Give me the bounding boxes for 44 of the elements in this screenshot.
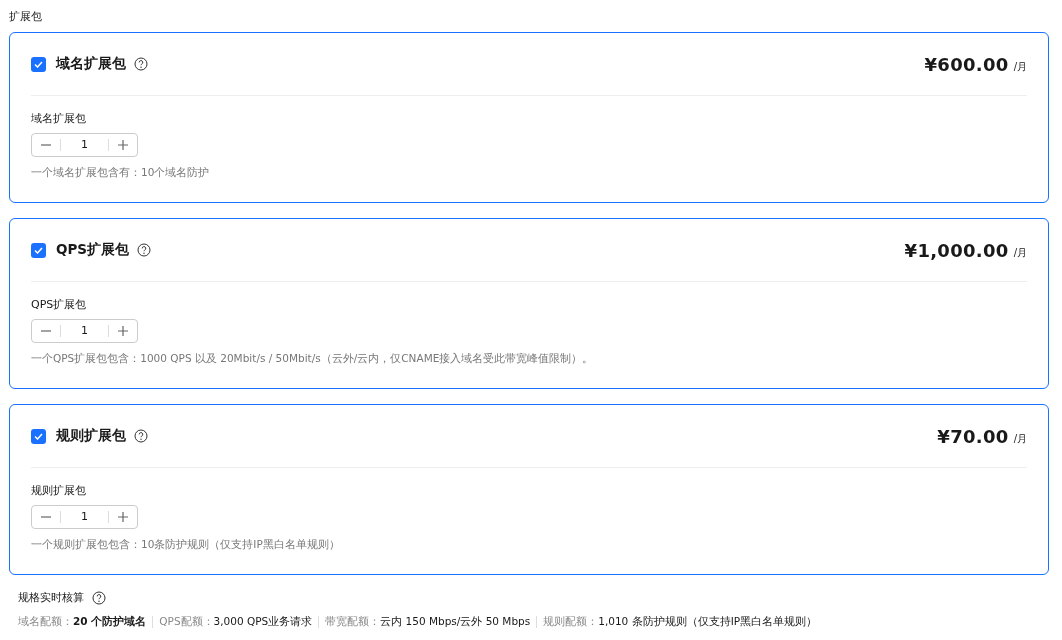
summary-title: 规格实时核算 (18, 590, 84, 605)
plus-icon (118, 326, 128, 336)
quantity-stepper[interactable]: 1 (31, 133, 138, 157)
quantity-stepper[interactable]: 1 (31, 505, 138, 529)
field-label: 规则扩展包 (31, 483, 87, 498)
price: ¥70.00 (937, 425, 1009, 447)
check-icon (34, 246, 43, 254)
quota-label: QPS配额： (159, 615, 214, 629)
quota-label: 域名配额： (18, 615, 73, 629)
quantity-value: 1 (60, 325, 109, 337)
quantity-stepper[interactable]: 1 (31, 319, 138, 343)
help-icon[interactable] (92, 590, 106, 605)
quota-label: 带宽配额： (325, 615, 381, 629)
package-description: 一个QPS扩展包包含：1000 QPS 以及 20Mbit/s / 50Mbit/s（云外/云内，仅CNAME接入域名受此带宽峰值限制）。 (31, 352, 595, 366)
check-icon (34, 432, 43, 440)
help-icon[interactable] (134, 57, 148, 71)
help-icon[interactable] (134, 429, 148, 443)
help-icon[interactable] (137, 243, 152, 257)
price-unit: /月 (1013, 245, 1027, 260)
plus-icon (118, 140, 128, 150)
package-description: 一个规则扩展包包含：10条防护规则（仅支持IP黑白名单规则） (31, 538, 341, 552)
price-unit: /月 (1013, 431, 1027, 446)
section-title: 扩展包 (9, 9, 43, 24)
check-icon (34, 60, 43, 68)
quantity-value: 1 (60, 511, 109, 523)
checkbox[interactable] (31, 56, 46, 72)
field-label: 域名扩展包 (31, 111, 87, 126)
checkbox[interactable] (31, 428, 46, 444)
quota-value: 1,010 条防护规则（仅支持IP黑白名单规则） (598, 615, 818, 629)
quantity-value: 1 (60, 139, 109, 151)
package-description: 一个域名扩展包含有：10个域名防护 (31, 166, 211, 180)
quota-value: 20 个防护域名 (73, 615, 147, 629)
price: ¥600.00 (924, 53, 1009, 75)
field-label: QPS扩展包 (31, 297, 88, 312)
quota-value: 3,000 QPS业务请求 (213, 615, 313, 629)
package-title: 规则扩展包 (56, 427, 126, 445)
package-title: 域名扩展包 (56, 55, 126, 73)
price: ¥1,000.00 (904, 239, 1009, 261)
price-unit: /月 (1013, 59, 1027, 74)
plus-icon (118, 512, 128, 522)
checkbox[interactable] (31, 242, 46, 258)
quota-value: 云内 150 Mbps/云外 50 Mbps (380, 615, 531, 629)
package-title: QPS扩展包 (56, 241, 130, 259)
quota-label: 规则配额： (543, 615, 599, 629)
